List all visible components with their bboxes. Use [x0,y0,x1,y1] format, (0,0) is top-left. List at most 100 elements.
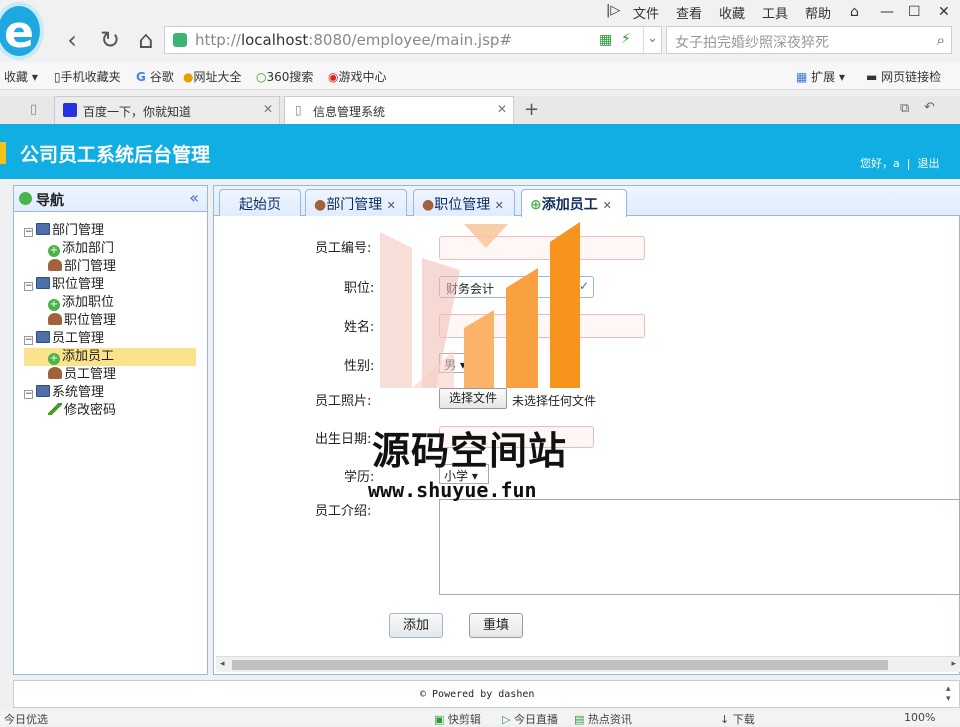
tab-position-manage[interactable]: ●职位管理 ✕ [413,189,515,216]
tab-home[interactable]: 起始页 [219,189,301,216]
intro-textarea[interactable] [439,499,960,595]
collapse-toggle-icon[interactable]: − [24,336,33,345]
dropdown-icon[interactable]: ⌄ [647,31,658,46]
greeting: 您好，a | 退出 [860,157,940,170]
folder-computer-icon [36,331,50,343]
wm-bar-3 [464,310,494,388]
home-icon[interactable]: ⌂ [132,26,160,54]
tree-node-system[interactable]: − 系统管理 [24,384,196,402]
undo-icon[interactable]: ↶ [924,100,935,115]
lightning-icon[interactable]: ⚡ [621,31,631,47]
bookmark-360[interactable]: ○360搜索 [256,68,313,85]
tab-add-employee[interactable]: ⊕添加员工 ✕ [521,189,627,217]
logout-link[interactable]: 退出 [917,157,939,170]
address-bar[interactable]: http://localhost:8080/employee/main.jsp#… [164,26,662,54]
restore-tab-icon[interactable]: ⧉ [900,101,909,116]
tab-label: 部门管理 [326,197,383,213]
collapse-toggle-icon[interactable]: − [24,390,33,399]
bookmark-mobile[interactable]: ▯手机收藏夹 [54,68,121,85]
footer-scroll-icon[interactable]: ▴ ▾ [946,684,951,704]
tree-item-add-dept[interactable]: + 添加部门 [24,240,196,258]
tab-close-icon[interactable]: ✕ [387,199,396,212]
wm-bar-4 [506,268,538,388]
search-icon[interactable]: ⌕ [937,31,945,49]
folder-computer-icon [36,223,50,235]
minimize-icon[interactable]: — [880,4,894,20]
tree-node-employee[interactable]: − 员工管理 [24,330,196,348]
wm-bar-5 [550,222,580,388]
tree-item-dept-manage[interactable]: 部门管理 [24,258,196,276]
menu-help[interactable]: 帮助 [805,3,831,22]
tree-node-position[interactable]: − 职位管理 [24,276,196,294]
back-icon[interactable]: ‹ [58,26,86,54]
status-download[interactable]: ↓ 下载 [720,711,755,727]
tree-item-add-employee[interactable]: + 添加员工 [24,348,196,366]
emp-no-label: 员工编号: [315,241,372,256]
user-icon [48,259,62,271]
play-icon: ▷ [502,713,511,726]
add-icon: + [48,299,60,311]
maximize-icon[interactable]: ☐ [908,4,921,20]
close-icon[interactable]: ✕ [938,4,950,20]
collapse-toggle-icon[interactable]: − [24,228,33,237]
sidebar-toggle-icon[interactable]: |▷ [606,3,620,18]
collapse-icon[interactable]: « [189,188,199,207]
content-tabs: 起始页 ●部门管理 ✕ ●职位管理 ✕ ⊕添加员工 ✕ [214,186,960,217]
tree-item-position-manage[interactable]: 职位管理 [24,312,196,330]
watermark-text: 源码空间站 [372,428,568,473]
tree-node-dept[interactable]: − 部门管理 [24,222,196,240]
scroll-right-icon[interactable]: ▸ [951,659,956,669]
tab-close-icon[interactable]: ✕ [495,199,504,212]
skin-icon[interactable]: ⌂ [850,4,859,20]
link-checker-button[interactable]: ▬ 网页链接检 [866,68,941,85]
menu-file[interactable]: 文件 [633,3,659,22]
scroll-thumb[interactable] [232,660,888,670]
status-left[interactable]: 今日优选 [4,711,48,727]
add-icon: + [48,245,60,257]
bookmark-games[interactable]: ◉游戏中心 [328,68,387,85]
status-clip[interactable]: ▣ 快剪辑 [434,711,481,727]
new-tab-icon[interactable]: + [524,99,539,120]
menu-favorites[interactable]: 收藏 [719,3,745,22]
tree-item-change-password[interactable]: 修改密码 [24,402,196,420]
greeting-text: 您好，a [860,157,900,170]
tab-close-icon[interactable]: ✕ [263,102,273,116]
horizontal-scrollbar[interactable]: ◂ ▸ [216,656,960,672]
file-status: 未选择任何文件 [512,394,597,408]
tab-close-icon[interactable]: ✕ [603,199,612,212]
collapse-toggle-icon[interactable]: − [24,282,33,291]
qr-icon[interactable]: ▦ [599,32,612,48]
search-placeholder: 女子拍完婚纱照深夜猝死 [675,35,829,51]
nav-globe-icon [19,192,32,205]
submit-button[interactable]: 添加 [389,613,443,638]
menu-view[interactable]: 查看 [676,3,702,22]
browser-tab-system[interactable]: ▯ 信息管理系统 ✕ [284,96,514,124]
user-icon [48,313,62,325]
user-icon: ● [422,197,435,213]
phone-icon: ▯ [54,70,61,84]
scroll-left-icon[interactable]: ◂ [220,659,225,669]
bookmark-sites[interactable]: ●网址大全 [183,68,242,85]
status-live[interactable]: ▷ 今日直播 [502,711,558,727]
tree-item-employee-manage[interactable]: 员工管理 [24,366,196,384]
tab-dept-manage[interactable]: ●部门管理 ✕ [305,189,407,216]
bookmark-google[interactable]: G 谷歌 [136,68,174,85]
status-news[interactable]: ▤ 热点资讯 [574,711,632,727]
extensions-button[interactable]: ▦ 扩展 ▾ [796,68,845,85]
pencil-icon [48,403,62,415]
choose-file-button[interactable]: 选择文件 [439,388,507,409]
tab-list-icon[interactable]: ▯ [30,102,37,117]
tab-close-icon[interactable]: ✕ [497,102,507,116]
zoom-level[interactable]: 100% [904,711,935,724]
tree-item-add-position[interactable]: + 添加职位 [24,294,196,312]
news-icon: ▤ [574,713,585,726]
reset-button[interactable]: 重填 [469,613,523,638]
app-title: 公司员工系统后台管理 [20,144,211,166]
browser-tab-baidu[interactable]: 百度一下，你就知道 ✕ [54,96,280,124]
menu-tools[interactable]: 工具 [762,3,788,22]
refresh-icon[interactable]: ↻ [96,26,124,54]
search-box[interactable]: 女子拍完婚纱照深夜猝死 ⌕ [666,26,952,54]
bookmark-favorites[interactable]: 收藏 ▾ [4,68,38,85]
secure-shield-icon [173,33,187,47]
add-icon: + [48,353,60,365]
